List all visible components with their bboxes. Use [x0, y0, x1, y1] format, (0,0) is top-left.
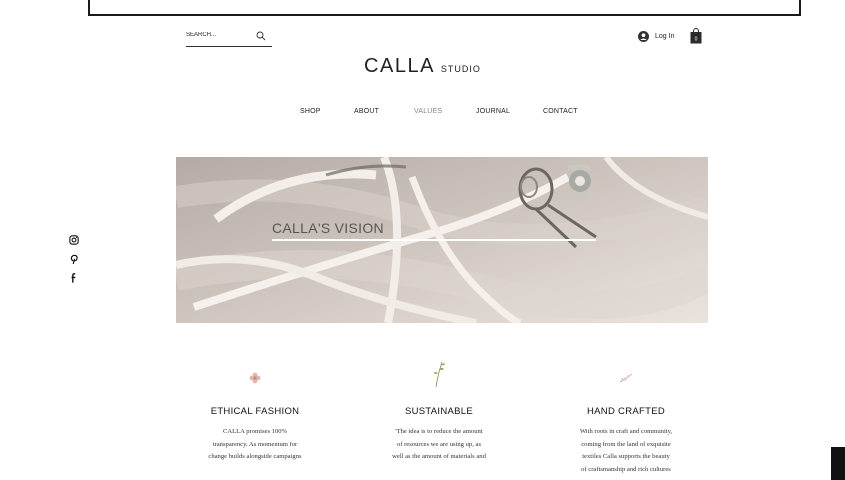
site-logo[interactable]: CALLA STUDIO	[0, 55, 845, 78]
flower-icon	[249, 372, 261, 384]
cart-count: 0	[695, 37, 698, 43]
leaf-sprig-icon	[434, 361, 445, 388]
value-title: ETHICAL FASHION	[210, 406, 300, 417]
value-description: 'The idea is to reduce the amount of res…	[354, 426, 524, 464]
logo-main-text: CALLA	[364, 55, 435, 77]
chat-widget-button[interactable]	[831, 447, 845, 480]
browser-top-frame	[0, 0, 845, 16]
instagram-icon[interactable]	[68, 234, 80, 246]
logo-sub-text: STUDIO	[440, 64, 481, 74]
value-line: change builds alongside campaigns	[208, 453, 302, 460]
hero-caption: CALLA'S VISION	[272, 220, 384, 236]
value-line: of resources we are using up, as	[396, 440, 482, 448]
facebook-icon[interactable]	[68, 272, 80, 284]
nav-item-about[interactable]: ABOUT	[354, 108, 379, 115]
social-bar	[68, 234, 80, 291]
value-line: transparency. As momentum for	[212, 440, 298, 448]
hero-caption-underline	[272, 239, 596, 241]
pinterest-icon[interactable]	[68, 253, 80, 265]
nav-item-values[interactable]: VALUES	[414, 108, 442, 115]
value-line: well as the amount of materials and	[392, 453, 486, 460]
value-title: SUSTAINABLE	[404, 406, 474, 417]
value-line: textiles Calla supports the beauty	[582, 453, 670, 460]
value-line: With roots in craft and community,	[579, 428, 673, 435]
value-title: HAND CRAFTED	[586, 406, 666, 417]
login-label: Log In	[655, 33, 675, 40]
nav-item-journal[interactable]: JOURNAL	[476, 108, 510, 115]
value-column-handcrafted: HAND CRAFTED With roots in craft and com…	[541, 368, 711, 476]
hero-banner: CALLA'S VISION	[176, 157, 708, 323]
value-line: CALLA promises 100%	[222, 428, 288, 435]
search-icon[interactable]	[256, 31, 266, 41]
search-bar[interactable]	[186, 30, 272, 47]
login-button[interactable]: Log In	[638, 31, 674, 42]
value-description: CALLA promises 100% transparency. As mom…	[170, 426, 340, 464]
user-avatar-icon	[638, 31, 649, 42]
value-column-ethical: ETHICAL FASHION CALLA promises 100% tran…	[170, 368, 340, 464]
nav-item-shop[interactable]: SHOP	[300, 108, 321, 115]
blossom-sprig-icon	[619, 373, 633, 383]
nav-item-contact[interactable]: CONTACT	[543, 108, 578, 115]
value-description: With roots in craft and community, comin…	[541, 426, 711, 476]
value-column-sustainable: SUSTAINABLE 'The idea is to reduce the a…	[354, 361, 524, 464]
frame-bottom-edge	[90, 14, 801, 16]
value-line: 'The idea is to reduce the amount	[395, 428, 483, 435]
shopping-bag-icon: 0	[690, 28, 702, 44]
value-line: coming from the land of exquisite	[581, 440, 671, 448]
main-navigation: SHOP ABOUT VALUES JOURNAL CONTACT	[0, 108, 845, 120]
cart-button[interactable]: 0	[690, 28, 702, 44]
search-input[interactable]	[186, 32, 256, 38]
value-line: of craftsmanship and rich cultures	[581, 465, 671, 473]
